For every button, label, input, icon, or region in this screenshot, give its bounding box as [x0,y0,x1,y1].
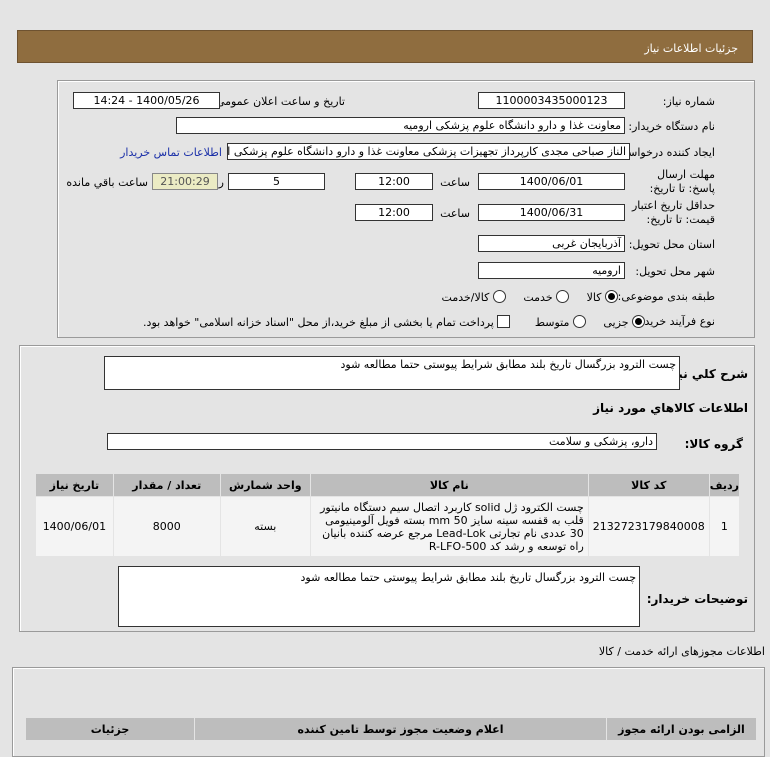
radio-medium[interactable] [572,315,586,328]
col-permit-details: جزئیات [25,717,195,741]
deadline-time-field[interactable]: 12:00 [355,173,433,190]
cell-row: 1 [708,496,741,557]
col-unit: واحد شمارش [219,473,311,497]
days-field[interactable]: 5 [228,173,325,190]
payment-note: پرداخت تمام یا بخشی از مبلغ خرید،از محل … [143,316,494,329]
col-code: کد کالا [587,473,710,497]
validity-date-field[interactable]: 1400/06/31 [478,204,625,221]
radio-goods-label: کالا [586,291,602,304]
col-permit-status: اعلام وضعیت مجوز توسط تامین کننده [194,717,607,741]
group-field[interactable]: دارو، پزشکی و سلامت [107,433,657,450]
process-radio-group: جزیی متوسط پرداخت تمام یا بخشی از مبلغ خ… [143,313,645,329]
cell-name: چست الکترود ژل solid کاربرد اتصال سیم دس… [309,496,589,557]
need-number-field[interactable]: 1100003435000123 [478,92,625,109]
table-row: 1 2132723179840008 چست الکترود ژل solid … [35,496,741,557]
creator-field[interactable]: الناز صباحی مجدی کارپرداز تجهیزات پزشکی … [227,143,630,160]
category-label: طبقه بندی موضوعی: [617,290,715,303]
validity-time-label: ساعت [440,207,470,220]
category-radio-group: کالا خدمت کالا/خدمت [442,288,618,304]
radio-goods-service-label: کالا/خدمت [441,291,490,304]
buyer-org-label: نام دستگاه خریدار: [628,120,715,133]
announce-label: تاریخ و ساعت اعلان عمومی: [212,95,345,108]
goods-section-title: اطلاعات كالاهاي مورد نياز [593,401,748,415]
province-label: استان محل تحویل: [628,238,715,251]
buyer-org-field[interactable]: معاونت غذا و دارو دانشگاه علوم پزشکی ارو… [176,117,625,134]
col-qty: تعداد / مقدار [112,473,221,497]
permits-title: اطلاعات مجوزهای ارائه خدمت / کالا [598,645,765,658]
cell-qty: 8000 [112,496,221,557]
cell-unit: بسته [219,496,311,557]
cell-date: 1400/06/01 [35,496,114,557]
permits-table: الزامی بودن ارائه مجوز اعلام وضعیت مجوز … [25,717,757,741]
summary-field[interactable]: چست الترود بزرگسال تاریخ بلند مطابق شرای… [104,356,680,390]
col-name: نام کالا [309,473,589,497]
remaining-label: ساعت باقي مانده [66,176,148,189]
radio-minor-label: جزیی [603,316,629,329]
col-date: تاریخ نیاز [35,473,114,497]
validity-label: حداقل تاریخ اعتبار قیمت: تا تاریخ: [631,199,715,226]
city-label: شهر محل تحویل: [635,265,715,278]
deadline-label: مهلت ارسال پاسخ: تا تاریخ: [649,168,715,195]
process-label: نوع فرآیند خرید : [637,315,715,328]
group-label: گروه كالا: [684,437,743,451]
buyer-contact-link[interactable]: اطلاعات تماس خریدار [120,146,222,159]
permits-panel [12,667,765,757]
radio-goods-service[interactable] [492,290,506,303]
radio-minor[interactable] [632,315,645,328]
announce-field[interactable]: 1400/05/26 - 14:24 [73,92,220,109]
radio-medium-label: متوسط [534,316,570,329]
goods-table: ردیف کد کالا نام کالا واحد شمارش تعداد /… [35,473,741,557]
deadline-time-label: ساعت [440,176,470,189]
cell-code: 2132723179840008 [587,496,710,557]
deadline-date-field[interactable]: 1400/06/01 [478,173,625,190]
validity-time-field[interactable]: 12:00 [355,204,433,221]
treasury-checkbox[interactable] [497,315,511,328]
city-field[interactable]: ارومیه [478,262,625,279]
province-field[interactable]: آذربایجان غربی [478,235,625,252]
radio-service[interactable] [556,290,570,303]
radio-goods[interactable] [605,290,618,303]
need-number-label: شماره نیاز: [662,95,715,108]
buyer-notes-label: توضیحات خریدار: [646,592,748,606]
col-row: ردیف [708,473,741,497]
page-header: جزئیات اطلاعات نیاز [17,30,753,63]
remaining-time-field: 21:00:29 [152,173,218,190]
col-permit-required: الزامی بودن ارائه مجوز [606,717,757,741]
radio-service-label: خدمت [523,291,553,304]
buyer-notes-field[interactable]: چست الترود بزرگسال تاریخ بلند مطابق شرای… [118,566,640,627]
